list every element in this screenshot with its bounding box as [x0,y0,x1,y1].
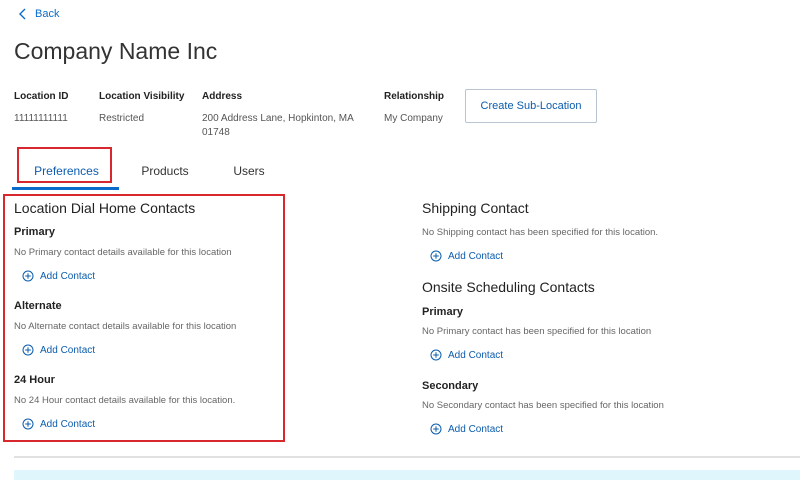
add-contact-label: Add Contact [448,423,504,435]
dial-home-24hour-note: No 24 Hour contact details available for… [14,395,236,406]
location-id-field: Location ID 11111111111 [14,91,68,126]
highlight-box-tab [17,147,112,183]
address-field: Address 200 Address Lane, Hopkinton, MA … [202,91,354,140]
plus-circle-icon [430,250,442,262]
onsite-primary-note: No Primary contact has been specified fo… [422,326,652,337]
dial-home-primary-label: Primary [14,226,55,238]
plus-circle-icon [22,270,34,282]
add-contact-label: Add Contact [40,344,96,356]
relationship-value: My Company [384,113,443,124]
section-divider [14,456,800,458]
back-label: Back [35,8,60,20]
add-primary-dial-home-contact[interactable]: Add Contact [22,270,95,282]
add-onsite-secondary-contact[interactable]: Add Contact [430,423,503,435]
onsite-title: Onsite Scheduling Contacts [422,279,595,295]
onsite-primary-label: Primary [422,306,463,318]
add-contact-label: Add Contact [448,250,504,262]
create-sub-location-button[interactable]: Create Sub-Location [465,89,597,123]
plus-circle-icon [430,349,442,361]
dial-home-alternate-label: Alternate [14,300,62,312]
visibility-field: Location Visibility Restricted [99,91,184,126]
add-contact-label: Add Contact [40,418,96,430]
page-title: Company Name Inc [14,38,218,64]
visibility-label: Location Visibility [99,91,185,102]
active-tab-indicator [12,187,119,190]
plus-circle-icon [430,423,442,435]
onsite-secondary-note: No Secondary contact has been specified … [422,400,664,411]
address-label: Address [202,91,243,102]
dial-home-primary-note: No Primary contact details available for… [14,247,232,258]
address-line2: 01748 [202,127,230,138]
add-contact-label: Add Contact [448,349,504,361]
relationship-field: Relationship My Company [384,91,444,126]
relationship-label: Relationship [384,91,445,102]
add-shipping-contact[interactable]: Add Contact [430,250,503,262]
dial-home-alternate-note: No Alternate contact details available f… [14,321,237,332]
address-value: 200 Address Lane, Hopkinton, MA 01748 [202,112,354,140]
back-link[interactable]: Back [18,8,59,20]
shipping-note: No Shipping contact has been specified f… [422,227,659,238]
location-id-label: Location ID [14,91,69,102]
info-banner [14,470,800,480]
dial-home-24hour-label: 24 Hour [14,374,55,386]
add-onsite-primary-contact[interactable]: Add Contact [430,349,503,361]
visibility-value: Restricted [99,113,145,124]
location-id-value: 11111111111 [14,113,68,124]
add-24hour-dial-home-contact[interactable]: Add Contact [22,418,95,430]
plus-circle-icon [22,344,34,356]
plus-circle-icon [22,418,34,430]
add-alternate-dial-home-contact[interactable]: Add Contact [22,344,95,356]
address-line1: 200 Address Lane, Hopkinton, MA [202,113,354,124]
tab-products[interactable]: Products [132,152,198,190]
chevron-left-icon [19,8,26,20]
tab-users[interactable]: Users [224,152,274,190]
shipping-title: Shipping Contact [422,200,529,216]
onsite-secondary-label: Secondary [422,380,479,392]
dial-home-title: Location Dial Home Contacts [14,200,196,216]
add-contact-label: Add Contact [40,270,96,282]
